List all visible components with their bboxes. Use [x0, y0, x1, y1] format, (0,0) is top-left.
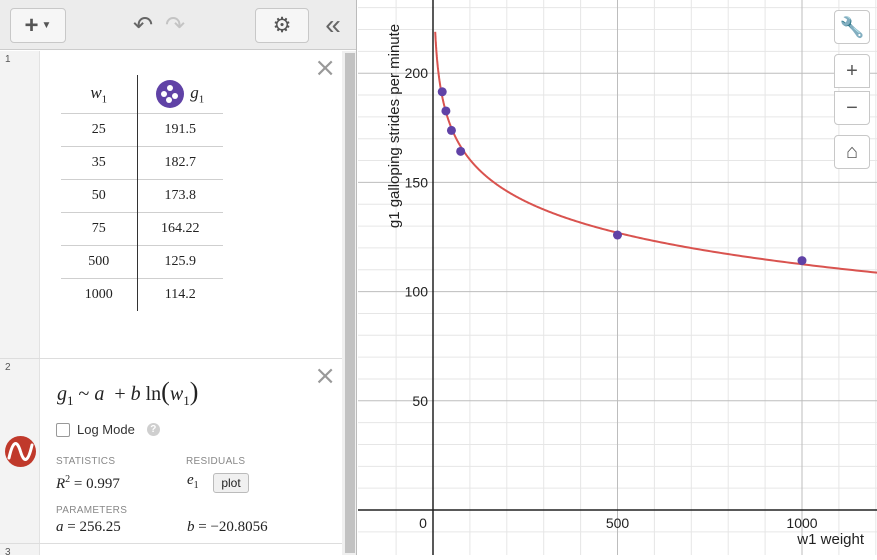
table-row: 35 182.7 — [61, 145, 223, 179]
graph-canvas[interactable]: 0 500 1000 50 100 150 200g1 galloping strides … — [358, 0, 877, 555]
data-point — [446, 125, 456, 135]
table-cell-g1[interactable]: 182.7 — [137, 145, 223, 179]
data-point — [613, 230, 622, 240]
x-axis-label: w1 weight — [796, 531, 865, 548]
x-tick-label: 0 — [419, 515, 427, 531]
add-item-button[interactable]: + ▼ — [10, 8, 66, 43]
y-tick-label: 150 — [405, 174, 429, 190]
data-table: w1 g1 25 191.5 35 182.7 50 173.8 75 164.22 500 12… — [61, 75, 223, 311]
table-row: 500 125.9 — [61, 244, 223, 278]
y-tick-label: 100 — [405, 284, 429, 300]
caret-down-icon: ▼ — [41, 20, 52, 31]
redo-button[interactable]: ↷ — [162, 11, 188, 39]
residual-variable: e1 — [187, 472, 199, 491]
table-cell-w1[interactable]: 500 — [61, 244, 138, 278]
table-cell-w1[interactable]: 50 — [61, 178, 138, 212]
data-point — [441, 106, 451, 116]
table-header-w1[interactable]: w1 — [61, 75, 138, 113]
settings-button[interactable]: ⚙ — [255, 8, 309, 43]
data-point — [456, 146, 466, 156]
expression-row-empty[interactable]: 3 — [0, 544, 342, 555]
log-mode-toggle[interactable]: Log Mode ? — [56, 422, 160, 437]
table-cell-g1[interactable]: 125.9 — [137, 244, 223, 278]
graph-paper[interactable]: 0 500 1000 50 100 150 200 g1 galloping strides … — [358, 0, 877, 555]
plot-residuals-button[interactable]: plot — [213, 473, 249, 493]
home-button[interactable]: ⌂ — [834, 135, 870, 169]
expression-number: 1 — [5, 54, 11, 65]
expression-gutter[interactable]: 3 — [0, 544, 40, 555]
zoom-in-button[interactable]: + — [834, 54, 870, 88]
undo-button[interactable]: ↶ — [130, 11, 156, 39]
plus-icon: + — [24, 11, 39, 39]
table-cell-g1[interactable]: 164.22 — [137, 211, 223, 245]
expression-toolbar: + ▼ ↶ ↷ ⚙ « — [0, 0, 356, 50]
delete-expression-button[interactable]: × — [314, 361, 336, 391]
gear-icon: ⚙ — [272, 14, 292, 37]
panel-scrollbar-thumb[interactable] — [345, 53, 355, 553]
zoom-in-icon: + — [846, 59, 858, 82]
expression-gutter[interactable]: 1 — [0, 51, 40, 358]
redo-icon: ↷ — [164, 11, 186, 39]
x-tick-label: 1000 — [786, 515, 817, 531]
zoom-out-button[interactable]: − — [834, 91, 870, 125]
home-icon: ⌂ — [845, 140, 859, 163]
double-chevron-left-icon: « — [325, 9, 341, 40]
data-point — [437, 87, 447, 97]
regression-formula[interactable]: g1 ~ a + b ln(w1) — [57, 377, 198, 409]
r-squared-value: R2 = 0.997 — [56, 474, 120, 492]
wrench-icon: 🔧 — [839, 16, 865, 39]
expression-panel: + ▼ ↶ ↷ ⚙ « 1 × w1 g1 25 191.5 35 182.7 50 173… — [0, 0, 357, 555]
parameters-label: PARAMETERS — [56, 505, 128, 516]
graph-settings-button[interactable]: 🔧 — [834, 10, 870, 44]
y-tick-label: 200 — [405, 65, 429, 81]
expression-number: 3 — [5, 547, 11, 555]
y-tick-label: 50 — [412, 393, 428, 409]
zoom-out-icon: − — [846, 96, 858, 119]
table-row: 1000 114.2 — [61, 277, 223, 311]
residuals-label: RESIDUALS — [186, 456, 246, 467]
table-cell-w1[interactable]: 1000 — [61, 277, 138, 311]
parameter-a: a = 256.25 — [56, 519, 121, 535]
log-mode-checkbox[interactable] — [56, 422, 70, 437]
table-row: 25 191.5 — [61, 112, 223, 146]
table-row: 50 173.8 — [61, 178, 223, 212]
table-cell-w1[interactable]: 25 — [61, 112, 138, 146]
table-cell-w1[interactable]: 75 — [61, 211, 138, 245]
delete-expression-button[interactable]: × — [314, 53, 336, 83]
expression-number: 2 — [5, 362, 11, 373]
log-mode-label: Log Mode — [77, 422, 135, 437]
table-row: 75 164.22 — [61, 211, 223, 245]
table-cell-g1[interactable]: 173.8 — [137, 178, 223, 212]
table-cell-g1[interactable]: 114.2 — [137, 277, 223, 311]
undo-icon: ↶ — [132, 11, 154, 39]
help-icon[interactable]: ? — [146, 423, 160, 436]
data-point — [797, 256, 807, 266]
regression-curve — [434, 31, 877, 274]
table-header-g1[interactable]: g1 — [137, 75, 223, 113]
table-cell-g1[interactable]: 191.5 — [137, 112, 223, 146]
parameter-b: b = −20.8056 — [187, 519, 268, 535]
x-tick-label: 500 — [606, 515, 630, 531]
y-axis-label: g1 galloping strides per minute — [386, 24, 403, 228]
collapse-panel-button[interactable]: « — [318, 9, 348, 40]
regression-color-icon[interactable] — [5, 436, 36, 467]
table-cell-w1[interactable]: 35 — [61, 145, 138, 179]
statistics-label: STATISTICS — [56, 456, 116, 467]
points-style-icon[interactable] — [156, 79, 185, 108]
